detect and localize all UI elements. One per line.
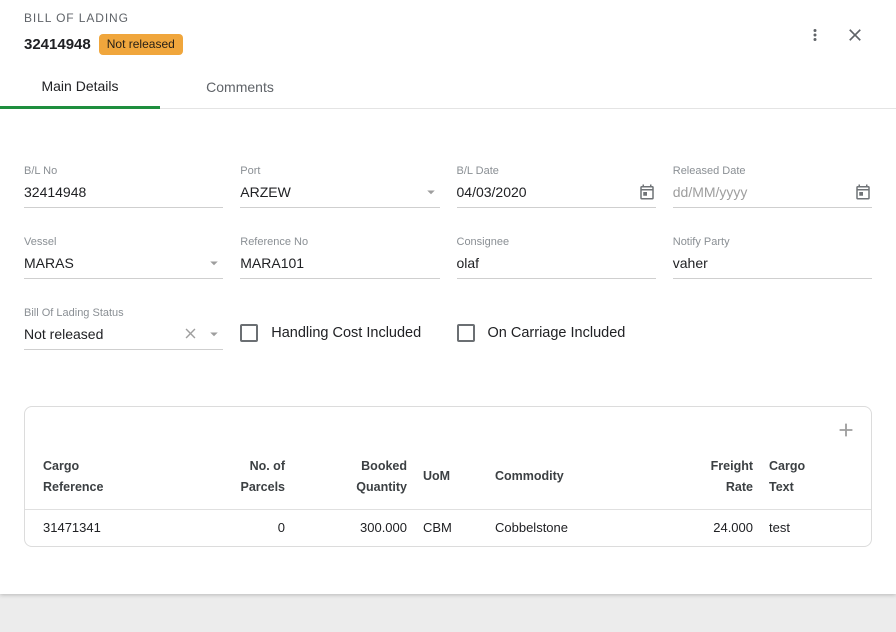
bl-status-label: Bill Of Lading Status bbox=[24, 307, 223, 319]
released-date-placeholder: dd/MM/yyyy bbox=[673, 184, 854, 200]
notify-party-input[interactable]: vaher bbox=[673, 253, 872, 279]
released-date-input[interactable]: dd/MM/yyyy bbox=[673, 182, 872, 208]
header-actions bbox=[800, 21, 870, 51]
cargo-table: Cargo Reference No. of Parcels Booked Qu… bbox=[25, 444, 871, 546]
main-details-panel: B/L No 32414948 Port ARZEW B/L Date 04/0… bbox=[0, 109, 896, 594]
consignee-input[interactable]: olaf bbox=[457, 253, 656, 279]
consignee-field[interactable]: Consignee olaf bbox=[457, 236, 656, 279]
notify-party-label: Notify Party bbox=[673, 236, 872, 248]
close-button[interactable] bbox=[840, 21, 870, 51]
checkbox-icon[interactable] bbox=[240, 324, 258, 342]
released-date-label: Released Date bbox=[673, 165, 872, 177]
chevron-down-icon[interactable] bbox=[422, 183, 440, 201]
bl-status-field[interactable]: Bill Of Lading Status Not released bbox=[24, 307, 223, 350]
calendar-icon[interactable] bbox=[854, 183, 872, 201]
tab-main-details[interactable]: Main Details bbox=[0, 65, 160, 109]
col-uom: UoM bbox=[415, 444, 487, 510]
col-no-of-parcels: No. of Parcels bbox=[197, 444, 293, 510]
clear-icon[interactable] bbox=[182, 325, 199, 342]
cargo-card: Cargo Reference No. of Parcels Booked Qu… bbox=[24, 406, 872, 547]
reference-no-label: Reference No bbox=[240, 236, 439, 248]
bl-date-input[interactable]: 04/03/2020 bbox=[457, 182, 656, 208]
bl-date-value: 04/03/2020 bbox=[457, 184, 638, 200]
cell-no-of-parcels: 0 bbox=[197, 510, 293, 547]
vessel-select[interactable]: MARAS bbox=[24, 253, 223, 279]
col-booked-quantity: Booked Quantity bbox=[293, 444, 415, 510]
more-options-button[interactable] bbox=[800, 21, 830, 51]
close-icon bbox=[845, 25, 865, 48]
handling-cost-checkbox[interactable]: Handling Cost Included bbox=[240, 324, 439, 342]
cargo-card-actions bbox=[25, 407, 871, 444]
bill-of-lading-dialog: BILL OF LADING 32414948 Not released Mai… bbox=[0, 0, 896, 594]
col-freight-rate: Freight Rate bbox=[645, 444, 761, 510]
cell-cargo-reference: 31471341 bbox=[25, 510, 197, 547]
bl-status-value: Not released bbox=[24, 326, 182, 342]
form-grid: B/L No 32414948 Port ARZEW B/L Date 04/0… bbox=[0, 165, 896, 350]
bl-number: 32414948 bbox=[24, 36, 91, 53]
on-carriage-checkbox[interactable]: On Carriage Included bbox=[457, 324, 656, 342]
vessel-value: MARAS bbox=[24, 255, 205, 271]
kebab-icon bbox=[806, 26, 824, 47]
vessel-field[interactable]: Vessel MARAS bbox=[24, 236, 223, 279]
on-carriage-label: On Carriage Included bbox=[488, 325, 626, 341]
cell-uom: CBM bbox=[415, 510, 487, 547]
vessel-label: Vessel bbox=[24, 236, 223, 248]
cell-booked-quantity: 300.000 bbox=[293, 510, 415, 547]
status-badge: Not released bbox=[99, 34, 183, 55]
tab-comments[interactable]: Comments bbox=[160, 65, 320, 109]
bl-no-value: 32414948 bbox=[24, 184, 223, 200]
bl-number-row: 32414948 Not released bbox=[24, 34, 183, 55]
notify-party-value: vaher bbox=[673, 255, 872, 271]
checkbox-icon[interactable] bbox=[457, 324, 475, 342]
consignee-label: Consignee bbox=[457, 236, 656, 248]
reference-no-field[interactable]: Reference No MARA101 bbox=[240, 236, 439, 279]
bl-status-select[interactable]: Not released bbox=[24, 324, 223, 350]
cargo-row[interactable]: 31471341 0 300.000 CBM Cobbelstone 24.00… bbox=[25, 510, 871, 547]
chevron-down-icon[interactable] bbox=[205, 254, 223, 272]
page-background bbox=[0, 594, 896, 632]
bl-no-input[interactable]: 32414948 bbox=[24, 182, 223, 208]
bl-no-field[interactable]: B/L No 32414948 bbox=[24, 165, 223, 208]
col-cargo-reference: Cargo Reference bbox=[25, 444, 197, 510]
released-date-field[interactable]: Released Date dd/MM/yyyy bbox=[673, 165, 872, 208]
header-text: BILL OF LADING 32414948 Not released bbox=[24, 11, 183, 55]
cell-cargo-text: test bbox=[761, 510, 871, 547]
plus-icon bbox=[835, 419, 857, 444]
bl-no-label: B/L No bbox=[24, 165, 223, 177]
bl-date-label: B/L Date bbox=[457, 165, 656, 177]
tab-bar: Main Details Comments bbox=[0, 65, 896, 109]
dialog-title: BILL OF LADING bbox=[24, 11, 183, 25]
bl-date-field[interactable]: B/L Date 04/03/2020 bbox=[457, 165, 656, 208]
notify-party-field[interactable]: Notify Party vaher bbox=[673, 236, 872, 279]
grid-spacer bbox=[673, 307, 872, 350]
cell-commodity: Cobbelstone bbox=[487, 510, 645, 547]
calendar-icon[interactable] bbox=[638, 183, 656, 201]
dialog-header: BILL OF LADING 32414948 Not released bbox=[0, 0, 896, 65]
consignee-value: olaf bbox=[457, 255, 656, 271]
reference-no-input[interactable]: MARA101 bbox=[240, 253, 439, 279]
reference-no-value: MARA101 bbox=[240, 255, 439, 271]
handling-cost-label: Handling Cost Included bbox=[271, 325, 421, 341]
port-field[interactable]: Port ARZEW bbox=[240, 165, 439, 208]
port-select[interactable]: ARZEW bbox=[240, 182, 439, 208]
col-commodity: Commodity bbox=[487, 444, 645, 510]
port-label: Port bbox=[240, 165, 439, 177]
col-cargo-text: Cargo Text bbox=[761, 444, 871, 510]
cell-freight-rate: 24.000 bbox=[645, 510, 761, 547]
port-value: ARZEW bbox=[240, 184, 421, 200]
add-cargo-button[interactable] bbox=[835, 419, 857, 444]
chevron-down-icon[interactable] bbox=[205, 325, 223, 343]
cargo-table-header-row: Cargo Reference No. of Parcels Booked Qu… bbox=[25, 444, 871, 510]
